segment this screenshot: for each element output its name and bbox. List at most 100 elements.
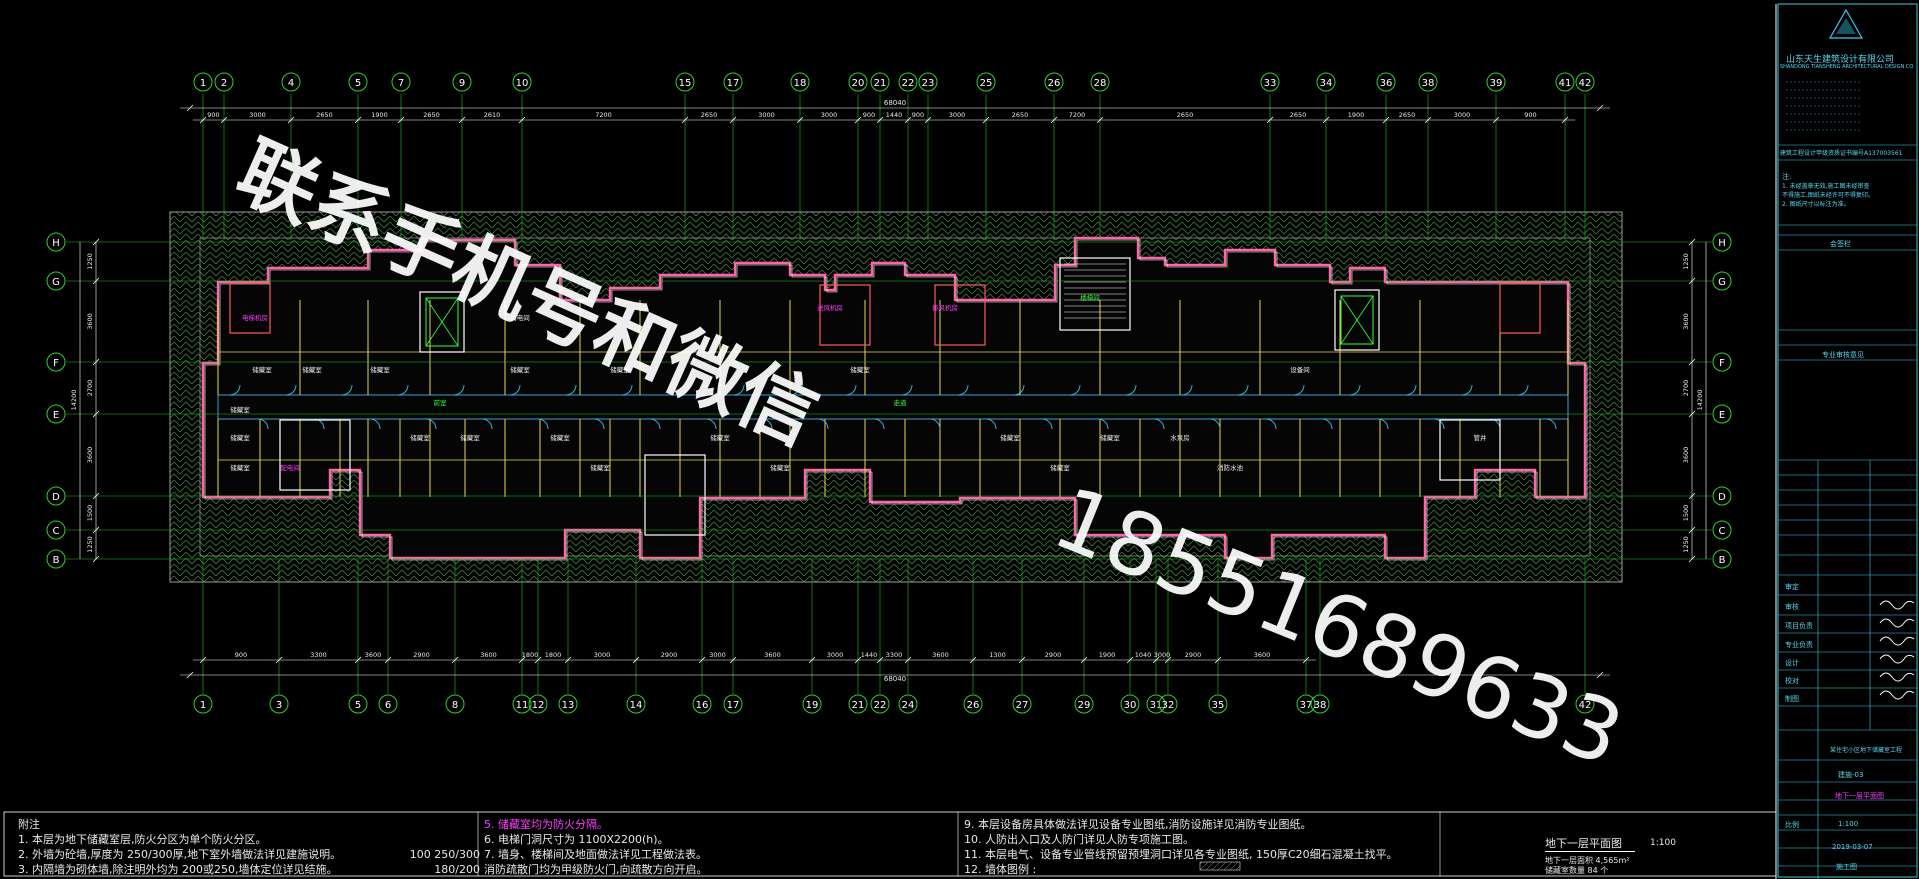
- dim-bottom-text: 3000: [709, 651, 726, 659]
- dim-left-text: 1250: [86, 536, 94, 553]
- grid-label-bottom: 38: [1314, 700, 1327, 711]
- dim-top-text: 2650: [1290, 111, 1307, 119]
- room-label: 管井: [1474, 433, 1488, 442]
- grid-label-top: 36: [1380, 78, 1393, 89]
- grid-label-bottom: 29: [1078, 700, 1091, 711]
- grid-label-bottom: 26: [967, 700, 980, 711]
- drawing-number: 建施-03: [1838, 771, 1864, 779]
- note-line: [380, 832, 480, 847]
- dim-right-text: 1250: [1682, 253, 1690, 270]
- dim-top-text: 900: [863, 111, 875, 119]
- grid-label-bottom: 37: [1300, 700, 1313, 711]
- dim-top-text: 3000: [1454, 111, 1471, 119]
- dim-bottom-text: 3000: [594, 651, 611, 659]
- dim-top-text: 900: [207, 111, 219, 119]
- dim-top-text: 2650: [1177, 111, 1194, 119]
- grid-label-right: C: [1719, 526, 1726, 537]
- grid-label-bottom: 5: [355, 700, 361, 711]
- dim-right-text: 2700: [1682, 380, 1690, 397]
- grid-label-top: 39: [1490, 78, 1503, 89]
- grid-label-top: 1: [200, 78, 206, 89]
- room-label: 储藏室: [850, 365, 870, 374]
- role-label: 项目负责: [1785, 622, 1813, 630]
- role-label: 审核: [1785, 603, 1799, 611]
- signature-mark: [1879, 600, 1915, 610]
- role-label: 校对: [1785, 677, 1799, 685]
- grid-label-left: E: [53, 410, 59, 421]
- grid-label-top: 38: [1422, 78, 1435, 89]
- grid-label-top: 21: [874, 78, 887, 89]
- grid-label-bottom: 14: [630, 700, 643, 711]
- drawing-date: 2019-03-07: [1832, 843, 1873, 851]
- grid-label-top: 4: [288, 78, 294, 89]
- title-block-note: 不得施工,图纸未经许可不得复印。: [1782, 192, 1874, 199]
- grid-label-left: F: [53, 358, 59, 369]
- dim-bottom-text: 1300: [989, 651, 1006, 659]
- room-label: 走道: [894, 398, 908, 407]
- grid-label-bottom: 30: [1124, 700, 1137, 711]
- note-line: 12. 墙体图例 :: [964, 863, 1037, 876]
- grid-label-top: 10: [516, 78, 529, 89]
- dim-left-text: 3600: [86, 447, 94, 464]
- dim-bottom-text: 3600: [932, 651, 949, 659]
- room-label: 配电间: [280, 463, 300, 472]
- dim-bottom-text: 3000: [1154, 651, 1171, 659]
- countersign-label: 会签栏: [1830, 240, 1851, 248]
- grid-label-right: D: [1718, 492, 1726, 503]
- room-label: 储藏室: [610, 365, 630, 374]
- signature-mark: [1879, 636, 1915, 646]
- dim-top-text: 3000: [758, 111, 775, 119]
- grid-label-bottom: 6: [385, 700, 391, 711]
- dim-left-total-text: 14200: [70, 390, 78, 411]
- note-line: 7. 墙身、楼梯间及地面做法详见工程做法表。: [484, 848, 707, 861]
- dim-bottom-text: 3300: [886, 651, 903, 659]
- role-label: 制图: [1785, 695, 1799, 703]
- dim-top-text: 2610: [484, 111, 501, 119]
- dim-bottom-text: 1040: [1135, 651, 1152, 659]
- room-label: 储藏室: [1000, 433, 1020, 442]
- project-name: 某住宅小区地下储藏室工程: [1830, 747, 1903, 754]
- grid-label-top: 25: [980, 78, 993, 89]
- grid-label-left: H: [52, 238, 60, 249]
- grid-label-bottom: 17: [727, 700, 740, 711]
- grid-label-bottom: 3: [276, 700, 282, 711]
- dim-right-text: 1250: [1682, 536, 1690, 553]
- company-name-en: SHANDONG TIANSHENG ARCHITECTURAL DESIGN …: [1780, 64, 1914, 70]
- dim-bottom-text: 1800: [545, 651, 562, 659]
- grid-label-left: D: [52, 492, 60, 503]
- dim-left-text: 1500: [86, 505, 94, 522]
- dim-right-text: 3600: [1682, 447, 1690, 464]
- room-label: 储藏室: [230, 463, 250, 472]
- grid-label-bottom: 13: [562, 700, 575, 711]
- dim-top-text: 2650: [1012, 111, 1029, 119]
- grid-label-top: 18: [794, 78, 807, 89]
- dim-bottom-text: 2900: [1185, 651, 1202, 659]
- room-label: 楼梯间: [1080, 293, 1100, 302]
- grid-label-top: 20: [852, 78, 865, 89]
- room-label: 储藏室: [1100, 433, 1120, 442]
- room-label: 储藏室: [510, 365, 530, 374]
- dim-left-text: 3600: [86, 313, 94, 330]
- dim-bottom-text: 3000: [827, 651, 844, 659]
- dim-left-text: 1250: [86, 253, 94, 270]
- grid-label-bottom: 27: [1016, 700, 1029, 711]
- grid-label-top: 22: [902, 78, 915, 89]
- grid-label-bottom: 11: [516, 700, 529, 711]
- room-label: 储藏室: [410, 433, 430, 442]
- drawing-name: 地下一层平面图: [1835, 792, 1884, 800]
- scale-label: 比例: [1785, 821, 1799, 829]
- room-label: 前室: [434, 398, 448, 407]
- room-label: 储藏室: [1050, 463, 1070, 472]
- drawing-stage: 施工图: [1836, 863, 1857, 871]
- dim-top-text: 3000: [821, 111, 838, 119]
- dim-bottom-text: 3600: [480, 651, 497, 659]
- grid-label-top: 41: [1559, 78, 1572, 89]
- dim-top-text: 1900: [1348, 111, 1365, 119]
- room-label: 储藏室: [252, 365, 272, 374]
- room-label: 消防水池: [1217, 463, 1244, 472]
- dim-left-text: 2700: [86, 380, 94, 397]
- dim-top-text: 7200: [595, 111, 612, 119]
- dim-bottom-text: 1440: [861, 651, 878, 659]
- scale-value: 1:100: [1838, 820, 1859, 828]
- dim-bottom-text: 3600: [1254, 651, 1271, 659]
